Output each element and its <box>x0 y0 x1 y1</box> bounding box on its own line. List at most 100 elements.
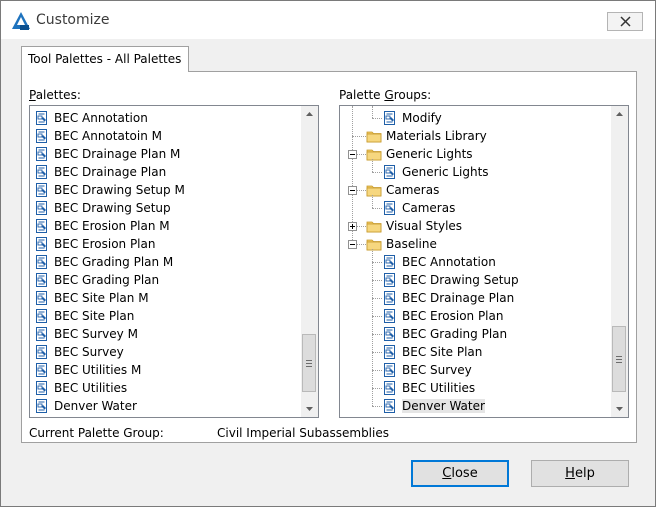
palette-item-label: BEC Drawing Setup <box>54 201 171 215</box>
palette-icon <box>36 165 47 179</box>
palette-list-item[interactable]: BEC Grading Plan <box>34 271 159 289</box>
folder-icon <box>366 185 382 197</box>
scroll-down-arrow-icon[interactable] <box>301 400 318 417</box>
title-bar[interactable]: Customize <box>1 1 655 39</box>
tree-group-node[interactable]: Visual Styles <box>366 217 462 235</box>
palette-list-item[interactable]: BEC Grading Plan M <box>34 253 173 271</box>
tree-palette-node[interactable]: BEC Drainage Plan <box>382 289 514 307</box>
palettes-listbox[interactable]: BEC Annotation BEC Annotatoin M BEC Draina… <box>29 105 319 418</box>
scroll-down-arrow-icon[interactable] <box>611 400 628 417</box>
close-button[interactable]: Close <box>411 460 509 487</box>
scroll-up-arrow-icon[interactable] <box>611 106 628 123</box>
palette-icon <box>384 201 395 215</box>
tree-palette-node[interactable]: BEC Erosion Plan <box>382 307 503 325</box>
palette-icon <box>36 291 47 305</box>
palette-icon <box>36 327 47 341</box>
close-window-button[interactable] <box>607 12 643 31</box>
folder-icon <box>366 221 382 233</box>
palette-list-item[interactable]: BEC Annotation <box>34 109 148 127</box>
tree-palette-node[interactable]: BEC Grading Plan <box>382 325 507 343</box>
palette-list-item[interactable]: Denver Water <box>34 397 137 415</box>
palette-list-item[interactable]: BEC Erosion Plan <box>34 235 155 253</box>
palette-list-item[interactable]: BEC Site Plan M <box>34 289 149 307</box>
folder-icon <box>366 149 382 161</box>
palette-list-item[interactable]: BEC Site Plan <box>34 307 134 325</box>
tree-group-node[interactable]: Materials Library <box>366 127 487 145</box>
palette-list-item[interactable]: BEC Drawing Setup <box>34 199 171 217</box>
current-group-value: Civil Imperial Subassemblies <box>217 426 389 440</box>
palette-item-label: BEC Utilities M <box>54 363 142 377</box>
collapse-icon[interactable] <box>348 186 357 195</box>
tree-palette-node[interactable]: Generic Lights <box>382 163 489 181</box>
groups-scrollbar[interactable] <box>611 106 628 417</box>
scroll-up-arrow-icon[interactable] <box>301 106 318 123</box>
palette-groups-tree[interactable]: Modify Materials Library Generic Lights Gen… <box>339 105 629 418</box>
tree-group-node[interactable]: Generic Lights <box>366 145 473 163</box>
tree-node-label: BEC Utilities <box>402 381 476 395</box>
palette-item-label: BEC Grading Plan M <box>54 255 174 269</box>
tree-palette-node[interactable]: BEC Annotation <box>382 253 496 271</box>
palette-list-item[interactable]: BEC Erosion Plan M <box>34 217 170 235</box>
palette-icon <box>36 273 47 287</box>
palette-icon <box>36 255 47 269</box>
tree-node-label: Visual Styles <box>386 219 463 233</box>
palette-icon <box>384 363 395 377</box>
scroll-thumb[interactable] <box>612 326 626 392</box>
palette-list-item[interactable]: BEC Drainage Plan M <box>34 145 180 163</box>
tree-palette-node[interactable]: Cameras <box>382 199 455 217</box>
palette-list-item[interactable]: BEC Utilities <box>34 379 127 397</box>
tree-node-label: Materials Library <box>386 129 487 143</box>
tree-node-label: BEC Erosion Plan <box>402 309 504 323</box>
palette-list-item[interactable]: BEC Utilities M <box>34 361 141 379</box>
tree-palette-node[interactable]: Denver Water <box>382 397 485 415</box>
palette-list-item[interactable]: BEC Survey <box>34 343 124 361</box>
palette-icon <box>384 309 395 323</box>
palette-icon <box>36 111 47 125</box>
tree-palette-node[interactable]: Modify <box>382 109 442 127</box>
tree-node-label: BEC Grading Plan <box>402 327 508 341</box>
folder-icon <box>366 131 382 143</box>
scroll-thumb[interactable] <box>302 334 316 392</box>
tree-group-node[interactable]: Cameras <box>366 181 439 199</box>
palette-icon <box>384 165 395 179</box>
palette-icon <box>384 255 395 269</box>
tree-node-label: Baseline <box>386 237 437 251</box>
collapse-icon[interactable] <box>348 150 357 159</box>
collapse-icon[interactable] <box>348 240 357 249</box>
tree-palette-node[interactable]: BEC Site Plan <box>382 343 482 361</box>
palette-item-label: BEC Site Plan M <box>54 291 149 305</box>
tree-palette-node[interactable]: BEC Drawing Setup <box>382 271 519 289</box>
palettes-label: Palettes: <box>29 88 81 102</box>
palette-item-label: BEC Drainage Plan <box>54 165 167 179</box>
palette-item-label: BEC Survey M <box>54 327 138 341</box>
tree-group-node[interactable]: Baseline <box>366 235 437 253</box>
tree-node-label: Generic Lights <box>402 165 489 179</box>
palette-item-label: BEC Grading Plan <box>54 273 160 287</box>
palette-list-item[interactable]: BEC Drawing Setup M <box>34 181 185 199</box>
tab-label: Tool Palettes - All Palettes <box>28 52 182 66</box>
tree-node-label: BEC Site Plan <box>402 345 483 359</box>
palettes-scrollbar[interactable] <box>301 106 318 417</box>
palette-list-item[interactable]: BEC Drainage Plan <box>34 163 166 181</box>
help-button[interactable]: Help <box>531 460 629 487</box>
palette-item-label: BEC Site Plan <box>54 309 135 323</box>
tab-tool-palettes[interactable]: Tool Palettes - All Palettes <box>21 46 189 72</box>
palette-icon <box>384 111 395 125</box>
autocad-logo-icon <box>12 12 30 30</box>
tree-palette-node[interactable]: BEC Utilities <box>382 379 475 397</box>
palette-icon <box>36 147 47 161</box>
palette-item-label: Denver Water <box>54 399 137 413</box>
tree-palette-node[interactable]: BEC Survey <box>382 361 472 379</box>
palette-item-label: BEC Erosion Plan <box>54 237 156 251</box>
expand-icon[interactable] <box>348 222 357 231</box>
palette-groups-label: Palette Groups: <box>339 88 432 102</box>
palette-item-label: BEC Annotatoin M <box>54 129 162 143</box>
palette-icon <box>36 201 47 215</box>
palette-icon <box>36 309 47 323</box>
window-title: Customize <box>36 12 110 28</box>
tree-node-label: Denver Water <box>402 399 485 413</box>
tree-node-label: Cameras <box>386 183 440 197</box>
tree-node-label: BEC Drainage Plan <box>402 291 515 305</box>
palette-list-item[interactable]: BEC Survey M <box>34 325 138 343</box>
palette-list-item[interactable]: BEC Annotatoin M <box>34 127 162 145</box>
